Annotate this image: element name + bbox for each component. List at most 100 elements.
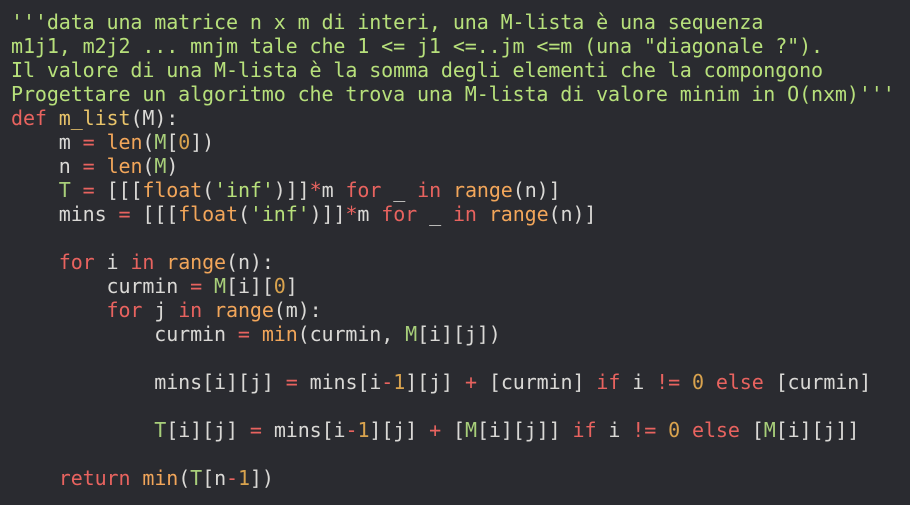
code-token: ][ <box>799 418 824 442</box>
code-token: M <box>214 274 226 298</box>
code-token: [ <box>417 322 430 346</box>
code-token: mins <box>309 370 358 394</box>
code-token: [[[ <box>142 202 179 226</box>
code-token: M <box>154 130 167 154</box>
code-line[interactable]: ​ <box>11 442 910 466</box>
code-token: min <box>142 466 179 490</box>
code-token: * <box>345 202 358 226</box>
code-token: 0 <box>273 274 286 298</box>
code-token: range <box>453 178 513 202</box>
code-token: ][ <box>190 418 215 442</box>
code-token: else <box>715 370 764 394</box>
code-line[interactable]: for j in range(m): <box>11 298 910 322</box>
code-token: m <box>357 202 370 226</box>
code-token: * <box>309 178 322 202</box>
code-line[interactable]: mins = [[[float('inf')]]*m for _ in rang… <box>11 202 910 226</box>
code-token: ( <box>226 250 238 274</box>
code-token: ] <box>226 418 238 442</box>
code-line[interactable]: def m_list(M): <box>11 106 910 130</box>
code-token: in <box>417 178 442 202</box>
code-line[interactable]: ​ <box>11 226 910 250</box>
code-line[interactable]: curmin = M[i][0] <box>11 274 910 298</box>
code-line[interactable]: for i in range(n): <box>11 250 910 274</box>
code-token: [[[ <box>106 178 143 202</box>
code-token: [ <box>226 274 238 298</box>
code-token: float <box>178 202 238 226</box>
code-token: ): <box>154 106 179 130</box>
code-line[interactable]: '''data una matrice n x m di interi, una… <box>11 10 910 34</box>
code-line[interactable]: curmin = min(curmin, M[i][j]) <box>11 322 910 346</box>
code-token: + <box>429 418 442 442</box>
code-line[interactable]: n = len(M) <box>11 154 910 178</box>
code-token: m <box>285 298 298 322</box>
code-token: n <box>237 250 250 274</box>
code-token: curmin <box>309 322 382 346</box>
code-line[interactable]: mins[i][j] = mins[i-1][j] + [curmin] if … <box>11 370 910 394</box>
code-token: '''data una matrice n x m di interi, una… <box>11 10 764 34</box>
code-token: ( <box>297 322 310 346</box>
code-line[interactable]: return min(T[n-1]) <box>11 466 910 490</box>
code-token: m <box>58 130 71 154</box>
code-line[interactable]: ​ <box>11 346 910 370</box>
code-token: ( <box>512 178 525 202</box>
code-token: if <box>572 418 597 442</box>
code-token: i <box>178 418 191 442</box>
code-token: len <box>106 130 143 154</box>
code-token: 'inf' <box>214 178 274 202</box>
code-token: m <box>321 178 334 202</box>
code-token: _ <box>429 202 442 226</box>
code-token: ][ <box>249 274 274 298</box>
code-token: M <box>763 418 776 442</box>
code-token: = <box>237 322 250 346</box>
code-line[interactable]: T[i][j] = mins[i-1][j] + [M[i][j]] if i … <box>11 418 910 442</box>
code-line[interactable]: m1j1, m2j2 ... mnjm tale che 1 <= j1 <=.… <box>11 34 910 58</box>
code-token: T <box>154 418 167 442</box>
code-token: 1 <box>393 370 406 394</box>
code-token: range <box>488 202 549 226</box>
code-token: ( <box>548 202 561 226</box>
code-token: [ <box>166 418 179 442</box>
code-token: for <box>345 178 382 202</box>
code-token: = <box>82 130 95 154</box>
code-line[interactable]: ​ <box>11 394 910 418</box>
code-line[interactable]: Progettare un algoritmo che trova una M-… <box>11 82 910 106</box>
code-token: n <box>214 466 227 490</box>
code-token: )] <box>536 178 561 202</box>
code-token: 0 <box>668 418 681 442</box>
code-token: ] <box>285 274 298 298</box>
code-token: ] <box>261 370 274 394</box>
code-token: )] <box>572 202 597 226</box>
code-line[interactable]: T = [[[float('inf')]]*m for _ in range(n… <box>11 178 910 202</box>
code-token: i <box>106 250 119 274</box>
code-token: i <box>632 370 645 394</box>
code-token: M <box>465 418 477 442</box>
code-line[interactable]: m = len(M[0]) <box>11 130 910 154</box>
code-line[interactable]: Il valore di una M-lista è la somma degl… <box>11 58 910 82</box>
code-token: = <box>82 154 95 178</box>
code-editor[interactable]: '''data una matrice n x m di interi, una… <box>0 0 910 505</box>
code-token: m_list <box>58 106 131 130</box>
